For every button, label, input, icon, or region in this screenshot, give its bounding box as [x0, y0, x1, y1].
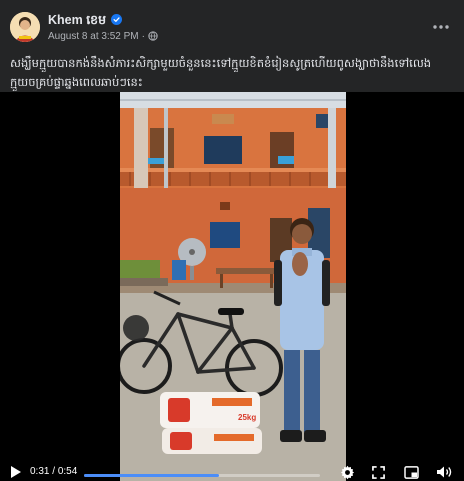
miniplayer-icon: [404, 465, 419, 479]
time-display: 0:31 / 0:54: [30, 466, 77, 477]
fullscreen-button[interactable]: [372, 463, 386, 481]
video-player[interactable]: 25kg: [0, 92, 464, 481]
more-options-button[interactable]: [428, 18, 454, 36]
meta-separator: ·: [141, 30, 145, 42]
video-frame[interactable]: 25kg: [120, 92, 346, 481]
post-caption: សង្ឃឹមក្មួយបានកង់នឹងសំភារះសិក្សាមួយចំនួន…: [10, 56, 432, 89]
miniplayer-button[interactable]: [404, 463, 420, 481]
more-icon: [433, 25, 449, 29]
time-separator: /: [49, 466, 58, 477]
bag-label: 25kg: [238, 413, 256, 422]
progress-bar[interactable]: [84, 474, 320, 477]
video-scene: 25kg: [120, 92, 346, 481]
volume-button[interactable]: [436, 463, 456, 481]
post-date[interactable]: August 8 at 3:52 PM: [48, 31, 139, 42]
avatar[interactable]: [10, 12, 40, 42]
duration: 0:54: [57, 466, 78, 477]
play-button[interactable]: [10, 463, 24, 481]
current-time: 0:31: [30, 466, 50, 477]
verified-icon: [111, 14, 122, 25]
fullscreen-icon: [372, 465, 385, 479]
post-header: Khem ខេម August 8 at 3:52 PM ·: [0, 0, 464, 50]
globe-icon: [148, 31, 158, 41]
post-meta: August 8 at 3:52 PM ·: [48, 30, 158, 42]
progress-fill: [84, 474, 219, 477]
play-icon: [11, 466, 21, 478]
volume-icon: [437, 466, 452, 478]
settings-icon: [340, 465, 355, 479]
settings-button[interactable]: [340, 463, 356, 481]
author-name[interactable]: Khem ខេម: [48, 13, 106, 31]
video-controls: 0:31 / 0:54: [0, 463, 464, 481]
